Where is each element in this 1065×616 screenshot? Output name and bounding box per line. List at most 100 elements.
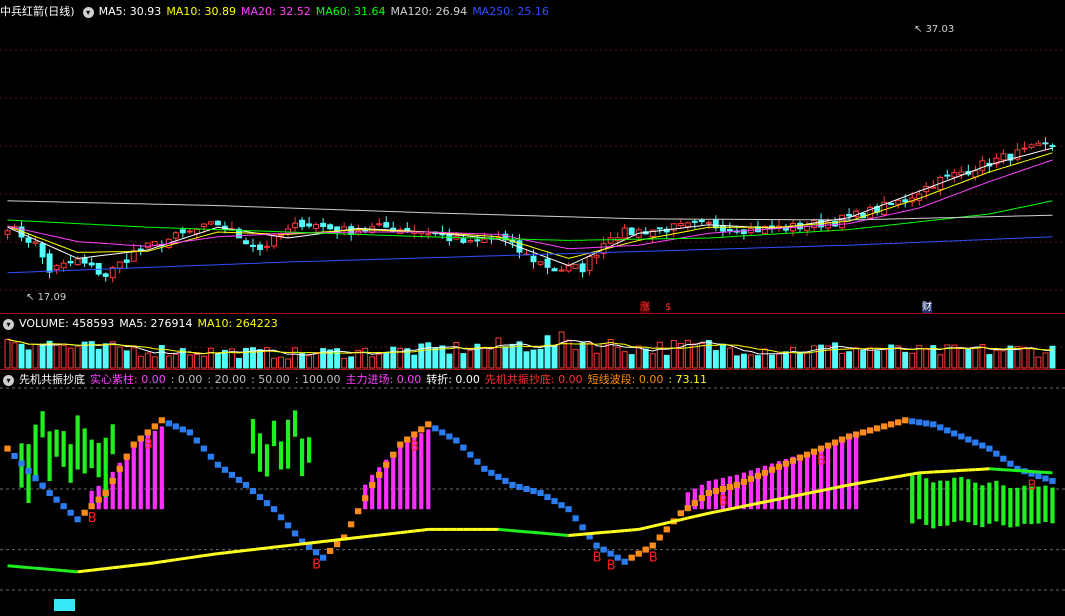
settings-icon[interactable]: ▾ (82, 6, 94, 18)
volume-bar (432, 347, 439, 369)
event-marker[interactable]: $ (664, 302, 672, 313)
volume-bar (1042, 352, 1049, 369)
volume-bar (292, 347, 299, 369)
candle-body (979, 160, 986, 171)
volume-bar (825, 345, 832, 369)
short-term-wave-block (523, 486, 530, 492)
main-force-bar (398, 444, 403, 510)
volume-bar (635, 345, 642, 369)
trend-line-segment (897, 473, 906, 478)
volume-bar (467, 349, 474, 369)
trend-line-segment (771, 497, 780, 502)
indicator-settings-icon[interactable]: ▾ (3, 374, 14, 386)
trend-line-segment (820, 487, 829, 493)
short-term-wave-block (263, 500, 271, 507)
legend-item: MA5: 30.93 (98, 5, 162, 18)
candle-body (53, 265, 60, 271)
trend-line-segment (407, 529, 415, 534)
scroll-thumb[interactable] (54, 599, 75, 611)
main-force-bar (131, 444, 136, 510)
chart-canvas[interactable]: BBB BBB BBBB (0, 0, 1065, 616)
trend-line-segment (589, 531, 597, 536)
trend-line-segment (498, 527, 506, 532)
short-term-wave-block (397, 441, 404, 448)
volume-bar (579, 342, 586, 369)
volume-bar (425, 342, 432, 369)
short-term-wave-block (4, 445, 11, 452)
trend-line-segment (876, 477, 885, 482)
main-force-bar (734, 474, 739, 510)
trend-line-segment (631, 527, 639, 532)
volume-bar (390, 346, 397, 369)
short-term-wave-block (467, 451, 474, 458)
short-term-wave-block (355, 508, 362, 515)
trend-line-segment (322, 539, 331, 544)
short-term-wave-block (214, 461, 222, 468)
short-term-wave-block (207, 453, 215, 460)
candle-body (537, 261, 544, 265)
panel-divider (0, 313, 1065, 314)
buy-signal-marker: B (88, 511, 97, 526)
volume-bar (123, 350, 130, 369)
short-term-wave-block (895, 419, 902, 426)
main-force-bar (110, 471, 115, 510)
event-marker[interactable]: 涨 (639, 302, 651, 313)
trend-line-segment (890, 474, 899, 480)
main-force-bar (713, 479, 718, 510)
trend-line-segment (70, 569, 78, 574)
candle-body (214, 220, 221, 226)
short-term-wave-block (179, 426, 186, 433)
volume-bar (271, 357, 277, 369)
short-term-wave-block (383, 461, 390, 468)
volume-bar (839, 352, 846, 369)
candle-body (46, 253, 53, 273)
volume-bar (214, 353, 221, 369)
volume-bar (572, 349, 579, 369)
short-term-wave-block (165, 420, 172, 427)
candle-body (579, 263, 586, 273)
stock-chart-window: BBBBBBBBBB 中兵红箭(日线) ▾ MA5: 30.93 MA10: 30.8… (0, 0, 1065, 616)
volume-settings-icon[interactable]: ▾ (3, 318, 14, 330)
candle-body (712, 219, 719, 229)
candle-body (327, 224, 334, 230)
panel-divider (0, 369, 1065, 370)
short-term-wave-block (544, 494, 551, 501)
green-bar (973, 482, 978, 526)
event-marker[interactable]: 财 (921, 302, 933, 313)
main-force-bar (839, 440, 845, 510)
short-term-wave-block (326, 547, 334, 554)
short-term-wave-block (852, 431, 860, 438)
trend-line-segment (757, 500, 766, 505)
trend-line-segment (105, 566, 113, 571)
short-term-wave-block (551, 498, 558, 505)
short-term-wave-block (249, 488, 257, 495)
volume-bar (193, 353, 200, 369)
short-term-wave-block (460, 444, 467, 451)
candle-body (705, 221, 712, 224)
green-bar (1015, 487, 1020, 527)
short-term-wave-block (635, 550, 642, 557)
short-term-wave-block (691, 500, 698, 507)
volume-bar (719, 343, 726, 369)
trend-line-segment (182, 556, 191, 561)
trend-line-segment (729, 506, 738, 511)
short-term-wave-block (923, 420, 930, 427)
trend-line-segment (743, 503, 752, 508)
short-term-wave-block (130, 441, 137, 448)
trend-line-segment (806, 490, 815, 495)
green-bar (33, 424, 38, 481)
trend-line-segment (848, 482, 857, 487)
volume-bar (754, 355, 761, 369)
trend-line-segment (393, 531, 401, 535)
volume-bar (740, 353, 747, 369)
volume-bar (923, 347, 930, 369)
trend-line-segment (610, 529, 618, 534)
volume-bar (207, 347, 214, 369)
volume-bar (376, 353, 383, 369)
volume-bar (986, 354, 993, 369)
short-term-wave-block (1000, 455, 1007, 462)
trend-line-segment (77, 569, 85, 574)
short-term-wave-block (719, 486, 727, 492)
volume-bar (39, 343, 46, 369)
legend-item: : 50.00 (251, 373, 290, 386)
